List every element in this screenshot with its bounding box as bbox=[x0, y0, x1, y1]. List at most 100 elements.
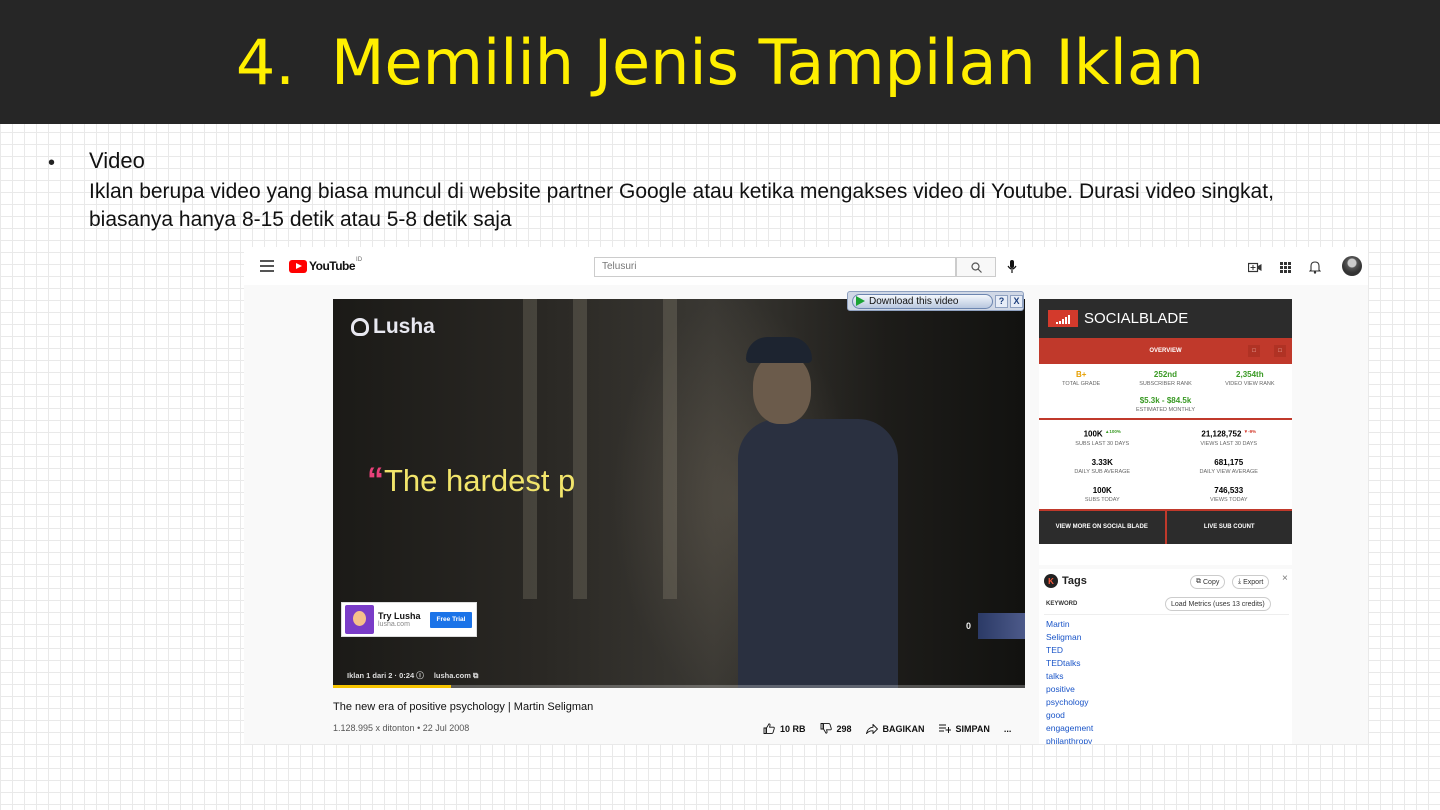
keyword-link[interactable]: talks bbox=[1046, 670, 1093, 683]
keyword-link[interactable]: psychology bbox=[1046, 696, 1093, 709]
share-button[interactable]: BAGIKAN bbox=[865, 723, 925, 734]
help-button[interactable]: ? bbox=[995, 294, 1008, 308]
keyword-link[interactable]: positive bbox=[1046, 683, 1093, 696]
socialblade-panel: SOCIALBLADE OVERVIEW □ □ B+ TOTAL GRADE 2… bbox=[1039, 299, 1292, 565]
avatar[interactable] bbox=[1342, 256, 1362, 276]
subscriber-rank: 252nd bbox=[1153, 370, 1178, 379]
socialblade-name: SOCIALBLADE bbox=[1084, 310, 1189, 327]
rank-row: B+ TOTAL GRADE 252nd SUBSCRIBER RANK 2,354… bbox=[1039, 370, 1292, 387]
subscriber-rank-label: SUBSCRIBER RANK bbox=[1139, 381, 1192, 387]
keyword-link[interactable]: good bbox=[1046, 709, 1093, 722]
info-icon[interactable]: ⓘ bbox=[416, 671, 424, 680]
subs-today: 100K bbox=[1092, 485, 1112, 495]
video-player[interactable]: Lusha “The hardest p Try Lusha lusha.com… bbox=[333, 299, 1025, 688]
keyword-link[interactable]: TEDtalks bbox=[1046, 657, 1093, 670]
slide-title-bar: 4. Memilih Jenis Tampilan Iklan bbox=[0, 0, 1440, 124]
close-icon[interactable]: × bbox=[1282, 573, 1288, 584]
keyword-link[interactable]: TED bbox=[1046, 644, 1093, 657]
save-button[interactable]: SIMPAN bbox=[938, 724, 990, 734]
like-button[interactable]: 10 RB bbox=[763, 723, 806, 734]
thumbs-down-icon bbox=[820, 723, 832, 734]
earnings-row: $5.3k - $84.5k ESTIMATED MONTHLY bbox=[1039, 396, 1292, 413]
search-button[interactable] bbox=[956, 257, 996, 277]
ad-card-url: lusha.com bbox=[378, 621, 410, 628]
copy-button[interactable]: ⧉ Copy bbox=[1190, 575, 1226, 589]
export-button[interactable]: ⤓ Export bbox=[1232, 575, 1270, 589]
youtube-logo[interactable]: YouTube ID bbox=[289, 257, 362, 273]
create-video-icon[interactable] bbox=[1247, 259, 1263, 275]
video-person-cap bbox=[746, 337, 812, 363]
stats-row: 3.33K DAILY SUB AVERAGE 681,175 DAILY VIEW… bbox=[1039, 458, 1292, 475]
download-video-button[interactable]: Download this video bbox=[852, 293, 993, 309]
socialblade-nav: OVERVIEW □ □ bbox=[1039, 338, 1292, 364]
close-download-button[interactable]: X bbox=[1010, 294, 1023, 308]
ad-card-title: Try Lusha bbox=[378, 611, 421, 621]
youtube-logo-text: YouTube bbox=[309, 259, 356, 273]
daily-view-average: 681,175 bbox=[1214, 457, 1244, 467]
video-view-rank-label: VIDEO VIEW RANK bbox=[1225, 381, 1275, 387]
keyword-link[interactable]: philanthropy bbox=[1046, 735, 1093, 744]
stats-row: 100K ▲100% SUBS LAST 30 DAYS 21,128,752 ▼… bbox=[1039, 429, 1292, 447]
socialblade-buttons: VIEW MORE ON SOCIAL BLADE LIVE SUB COUNT bbox=[1039, 510, 1293, 544]
keyword-header: KEYWORD bbox=[1046, 601, 1078, 607]
subs-30-change: ▲100% bbox=[1104, 429, 1121, 434]
views-30-change: ▼-9% bbox=[1243, 429, 1257, 434]
video-person-body bbox=[738, 419, 898, 688]
more-options-button[interactable]: ... bbox=[1004, 724, 1012, 734]
nav-square-button[interactable]: □ bbox=[1248, 345, 1260, 357]
subs-today-label: SUBS TODAY bbox=[1084, 496, 1120, 503]
ad-info: Iklan 1 dari 2 · 0:24 ⓘ lusha.com ⧉ bbox=[347, 670, 478, 681]
nav-square-button[interactable]: □ bbox=[1274, 345, 1286, 357]
tags-panel: K Tags ⧉ Copy ⤓ Export × KEYWORD Load Metr… bbox=[1039, 569, 1292, 744]
video-meta: 1.128.995 x ditonton • 22 Jul 2008 bbox=[333, 723, 470, 733]
slide-title-text: Memilih Jenis Tampilan Iklan bbox=[330, 25, 1205, 99]
add-to-playlist-icon bbox=[938, 724, 951, 733]
socialblade-header: SOCIALBLADE bbox=[1039, 299, 1292, 338]
overview-tab[interactable]: OVERVIEW bbox=[1149, 348, 1181, 354]
bullet-body: Iklan berupa video yang biasa muncul di … bbox=[89, 180, 1274, 231]
ad-card[interactable]: Try Lusha lusha.com Free Trial bbox=[341, 602, 477, 637]
keyword-link[interactable]: Seligman bbox=[1046, 631, 1093, 644]
view-more-button[interactable]: VIEW MORE ON SOCIAL BLADE bbox=[1039, 510, 1167, 544]
play-icon bbox=[856, 296, 865, 306]
keyword-link[interactable]: Martin bbox=[1046, 618, 1093, 631]
bullet-heading: Video bbox=[89, 148, 145, 173]
video-person-head bbox=[753, 354, 811, 424]
share-icon bbox=[865, 723, 878, 734]
bell-icon[interactable] bbox=[1307, 259, 1323, 275]
search-icon bbox=[970, 261, 982, 273]
tags-title: Tags bbox=[1062, 575, 1087, 587]
keyword-link[interactable]: engagement bbox=[1046, 722, 1093, 735]
apps-grid-icon[interactable] bbox=[1277, 259, 1293, 275]
download-icon: ⤓ bbox=[1238, 578, 1242, 585]
youtube-screenshot: YouTube ID Telusuri Lusha “The hardest p… bbox=[244, 247, 1368, 744]
bullet-dot: • bbox=[48, 152, 56, 174]
lusha-brand: Lusha bbox=[373, 315, 435, 338]
video-view-rank: 2,354th bbox=[1236, 370, 1264, 379]
divider bbox=[1039, 418, 1292, 420]
live-sub-count-button[interactable]: LIVE SUB COUNT bbox=[1167, 511, 1293, 544]
share-label: BAGIKAN bbox=[882, 723, 925, 734]
search-input[interactable]: Telusuri bbox=[594, 257, 956, 277]
divider bbox=[1044, 614, 1289, 615]
quote-mark-icon: “ bbox=[367, 461, 384, 499]
video-title: The new era of positive psychology | Mar… bbox=[333, 701, 594, 713]
like-count: 10 RB bbox=[780, 723, 806, 734]
menu-icon[interactable] bbox=[260, 260, 274, 272]
load-metrics-button[interactable]: Load Metrics (uses 13 credits) bbox=[1165, 597, 1271, 611]
download-toolbar: Download this video ? X bbox=[847, 291, 1024, 311]
copy-label: Copy bbox=[1203, 578, 1220, 586]
ad-url-link[interactable]: lusha.com bbox=[434, 671, 471, 680]
skip-thumbnail[interactable] bbox=[978, 613, 1025, 639]
mic-icon[interactable] bbox=[1006, 259, 1018, 275]
slide-number: 4. bbox=[235, 25, 295, 99]
ad-progress-bar[interactable] bbox=[333, 685, 1025, 688]
dislike-button[interactable]: 298 bbox=[820, 723, 852, 734]
copy-icon: ⧉ bbox=[1196, 578, 1201, 585]
skip-countdown: 0 bbox=[966, 621, 972, 631]
free-trial-button[interactable]: Free Trial bbox=[430, 611, 472, 628]
thumbs-up-icon bbox=[763, 723, 775, 734]
estimated-monthly-label: ESTIMATED MONTHLY bbox=[1135, 407, 1196, 413]
external-link-icon[interactable]: ⧉ bbox=[473, 671, 478, 680]
tags-logo-icon: K bbox=[1044, 574, 1058, 588]
